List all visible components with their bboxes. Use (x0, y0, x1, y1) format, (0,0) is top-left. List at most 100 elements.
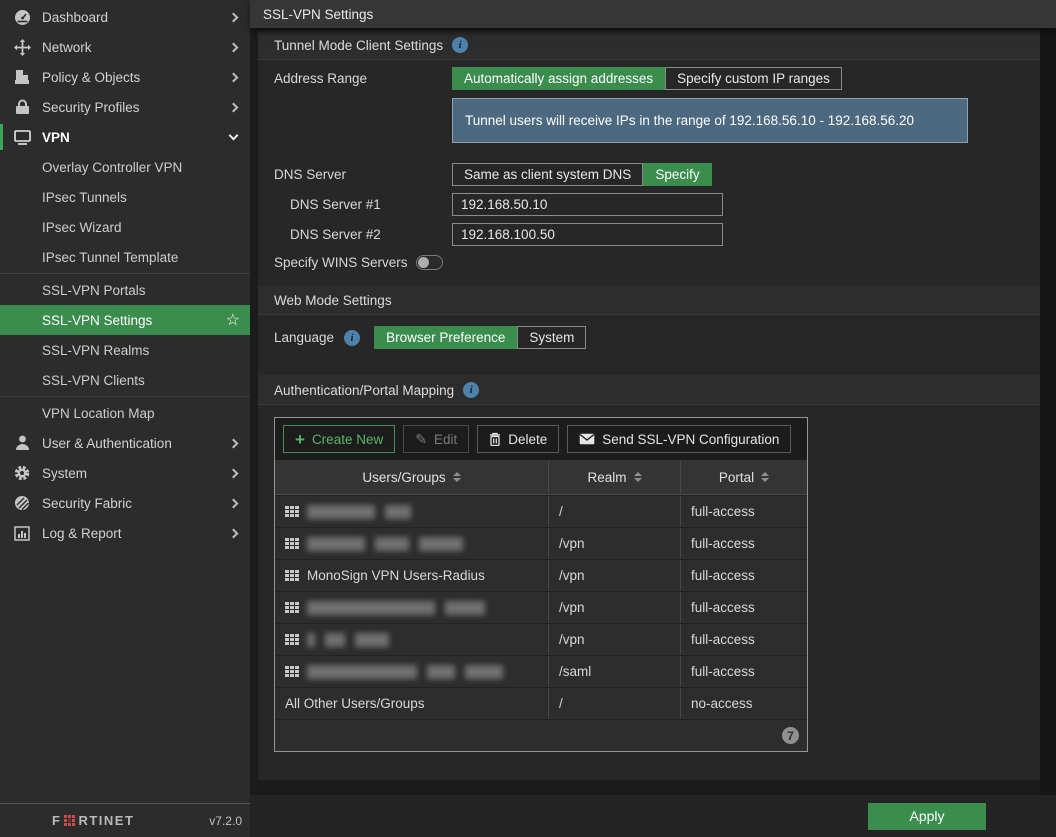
pencil-icon: ✎ (415, 431, 427, 448)
sidebar-item-vpn-location-map[interactable]: VPN Location Map (0, 398, 250, 428)
realm-cell: /vpn (548, 624, 680, 655)
send-ssl-vpn-configuration-button[interactable]: Send SSL-VPN Configuration (567, 425, 791, 453)
dashboard-icon (13, 8, 31, 26)
lock-icon (13, 98, 31, 116)
sidebar-item-ssl-vpn-portals[interactable]: SSL-VPN Portals (0, 275, 250, 305)
sidebar-item-label: Security Profiles (42, 100, 219, 115)
chevron-right-icon (229, 102, 239, 112)
column-header-users-groups[interactable]: Users/Groups (275, 460, 548, 494)
auto-assign-addresses-button[interactable]: Automatically assign addresses (452, 67, 665, 90)
security-fabric-icon (13, 494, 31, 512)
sort-icon (634, 472, 642, 482)
plus-icon: + (295, 431, 305, 448)
sidebar-item-label: Dashboard (42, 10, 219, 25)
users-groups-cell: MonoSign VPN Users-Radius (275, 560, 548, 591)
dns-server-2-row: DNS Server #2 (258, 216, 1040, 246)
table-row[interactable]: /saml full-access (275, 655, 807, 687)
sidebar-item-ssl-vpn-settings[interactable]: SSL-VPN Settings ☆ (0, 305, 250, 335)
sidebar-item-overlay-controller-vpn[interactable]: Overlay Controller VPN (0, 152, 250, 182)
favorite-star-icon[interactable]: ☆ (226, 310, 240, 330)
page-title: SSL-VPN Settings (263, 7, 373, 22)
sidebar-item-security-profiles[interactable]: Security Profiles (0, 92, 250, 122)
redacted-user-name (307, 505, 375, 519)
table-row[interactable]: / full-access (275, 495, 807, 527)
section-title: Tunnel Mode Client Settings (274, 38, 443, 53)
table-row[interactable]: /vpn full-access (275, 623, 807, 655)
table-row[interactable]: All Other Users/Groups / no-access (275, 687, 807, 719)
users-groups-cell (275, 656, 548, 687)
sidebar-item-label: Network (42, 40, 219, 55)
realm-cell: /saml (548, 656, 680, 687)
sidebar-item-dashboard[interactable]: Dashboard (0, 2, 250, 32)
users-groups-cell (275, 624, 548, 655)
sidebar-item-ipsec-wizard[interactable]: IPsec Wizard (0, 212, 250, 242)
sidebar-item-policy-objects[interactable]: Policy & Objects (0, 62, 250, 92)
network-icon (13, 38, 31, 56)
user-group-name: All Other Users/Groups (285, 696, 425, 711)
sidebar-item-user-authentication[interactable]: User & Authentication (0, 428, 250, 458)
redacted-user-name (307, 537, 365, 551)
sidebar-nav: Dashboard Network Policy & Objects Secur… (0, 0, 250, 803)
realm-cell: / (548, 496, 680, 527)
redacted-user-name (307, 633, 315, 647)
specify-dns-button[interactable]: Specify (643, 163, 711, 186)
gear-icon (13, 464, 31, 482)
sidebar-item-vpn[interactable]: VPN (0, 122, 250, 152)
chevron-right-icon (229, 498, 239, 508)
redacted-user-name (355, 633, 389, 647)
apply-button[interactable]: Apply (868, 803, 986, 830)
sidebar-divider (0, 273, 250, 274)
dns-server-row: DNS Server Same as client system DNS Spe… (258, 149, 1040, 186)
sidebar-item-ipsec-tunnel-template[interactable]: IPsec Tunnel Template (0, 242, 250, 272)
bar-chart-icon (13, 524, 31, 542)
sidebar-item-network[interactable]: Network (0, 32, 250, 62)
table-row[interactable]: MonoSign VPN Users-Radius /vpn full-acce… (275, 559, 807, 591)
sidebar-item-ipsec-tunnels[interactable]: IPsec Tunnels (0, 182, 250, 212)
sidebar-item-system[interactable]: System (0, 458, 250, 488)
edit-button[interactable]: ✎ Edit (403, 425, 469, 453)
logo-letters: RTINET (78, 813, 134, 828)
column-header-realm[interactable]: Realm (548, 460, 680, 494)
table-row[interactable]: /vpn full-access (275, 591, 807, 623)
users-groups-cell (275, 528, 548, 559)
sidebar-item-log-report[interactable]: Log & Report (0, 518, 250, 548)
redacted-user-name (427, 665, 455, 679)
sidebar-footer: F RTINET v7.2.0 (0, 803, 250, 837)
address-range-label: Address Range (274, 71, 452, 86)
sidebar: Dashboard Network Policy & Objects Secur… (0, 0, 250, 837)
info-icon[interactable]: i (452, 37, 468, 53)
redacted-user-name (385, 505, 411, 519)
system-language-button[interactable]: System (517, 326, 586, 349)
create-new-button[interactable]: + Create New (283, 425, 395, 453)
portal-mapping-section-header: Authentication/Portal Mapping i (258, 375, 1040, 405)
table-row[interactable]: /vpn full-access (275, 527, 807, 559)
redacted-user-name (307, 601, 435, 615)
portal-cell: no-access (680, 688, 807, 719)
sidebar-item-ssl-vpn-realms[interactable]: SSL-VPN Realms (0, 335, 250, 365)
sidebar-item-label: Policy & Objects (42, 70, 219, 85)
info-icon[interactable]: i (463, 382, 479, 398)
realm-cell: /vpn (548, 592, 680, 623)
users-groups-cell: All Other Users/Groups (275, 688, 548, 719)
browser-preference-button[interactable]: Browser Preference (374, 326, 517, 349)
wins-toggle[interactable] (416, 255, 443, 270)
scrollbar-track[interactable] (1040, 28, 1056, 795)
logo-letter: F (52, 813, 61, 828)
info-icon[interactable]: i (344, 330, 360, 346)
sidebar-item-security-fabric[interactable]: Security Fabric (0, 488, 250, 518)
specify-custom-ip-ranges-button[interactable]: Specify custom IP ranges (665, 67, 842, 90)
row-count-badge: 7 (782, 727, 799, 744)
portal-mapping-table: + Create New ✎ Edit Delete Send SSL-VPN … (274, 417, 808, 752)
column-header-portal[interactable]: Portal (680, 460, 807, 494)
sidebar-item-label: Security Fabric (42, 496, 219, 511)
user-group-icon (285, 570, 299, 581)
portal-cell: full-access (680, 496, 807, 527)
sidebar-item-ssl-vpn-clients[interactable]: SSL-VPN Clients (0, 365, 250, 395)
table-footer: 7 (275, 719, 807, 751)
delete-button[interactable]: Delete (477, 425, 559, 453)
same-as-client-dns-button[interactable]: Same as client system DNS (452, 163, 643, 186)
realm-cell: /vpn (548, 560, 680, 591)
dns-server-2-input[interactable] (452, 223, 723, 246)
user-group-icon (285, 538, 299, 549)
dns-server-1-input[interactable] (452, 193, 723, 216)
